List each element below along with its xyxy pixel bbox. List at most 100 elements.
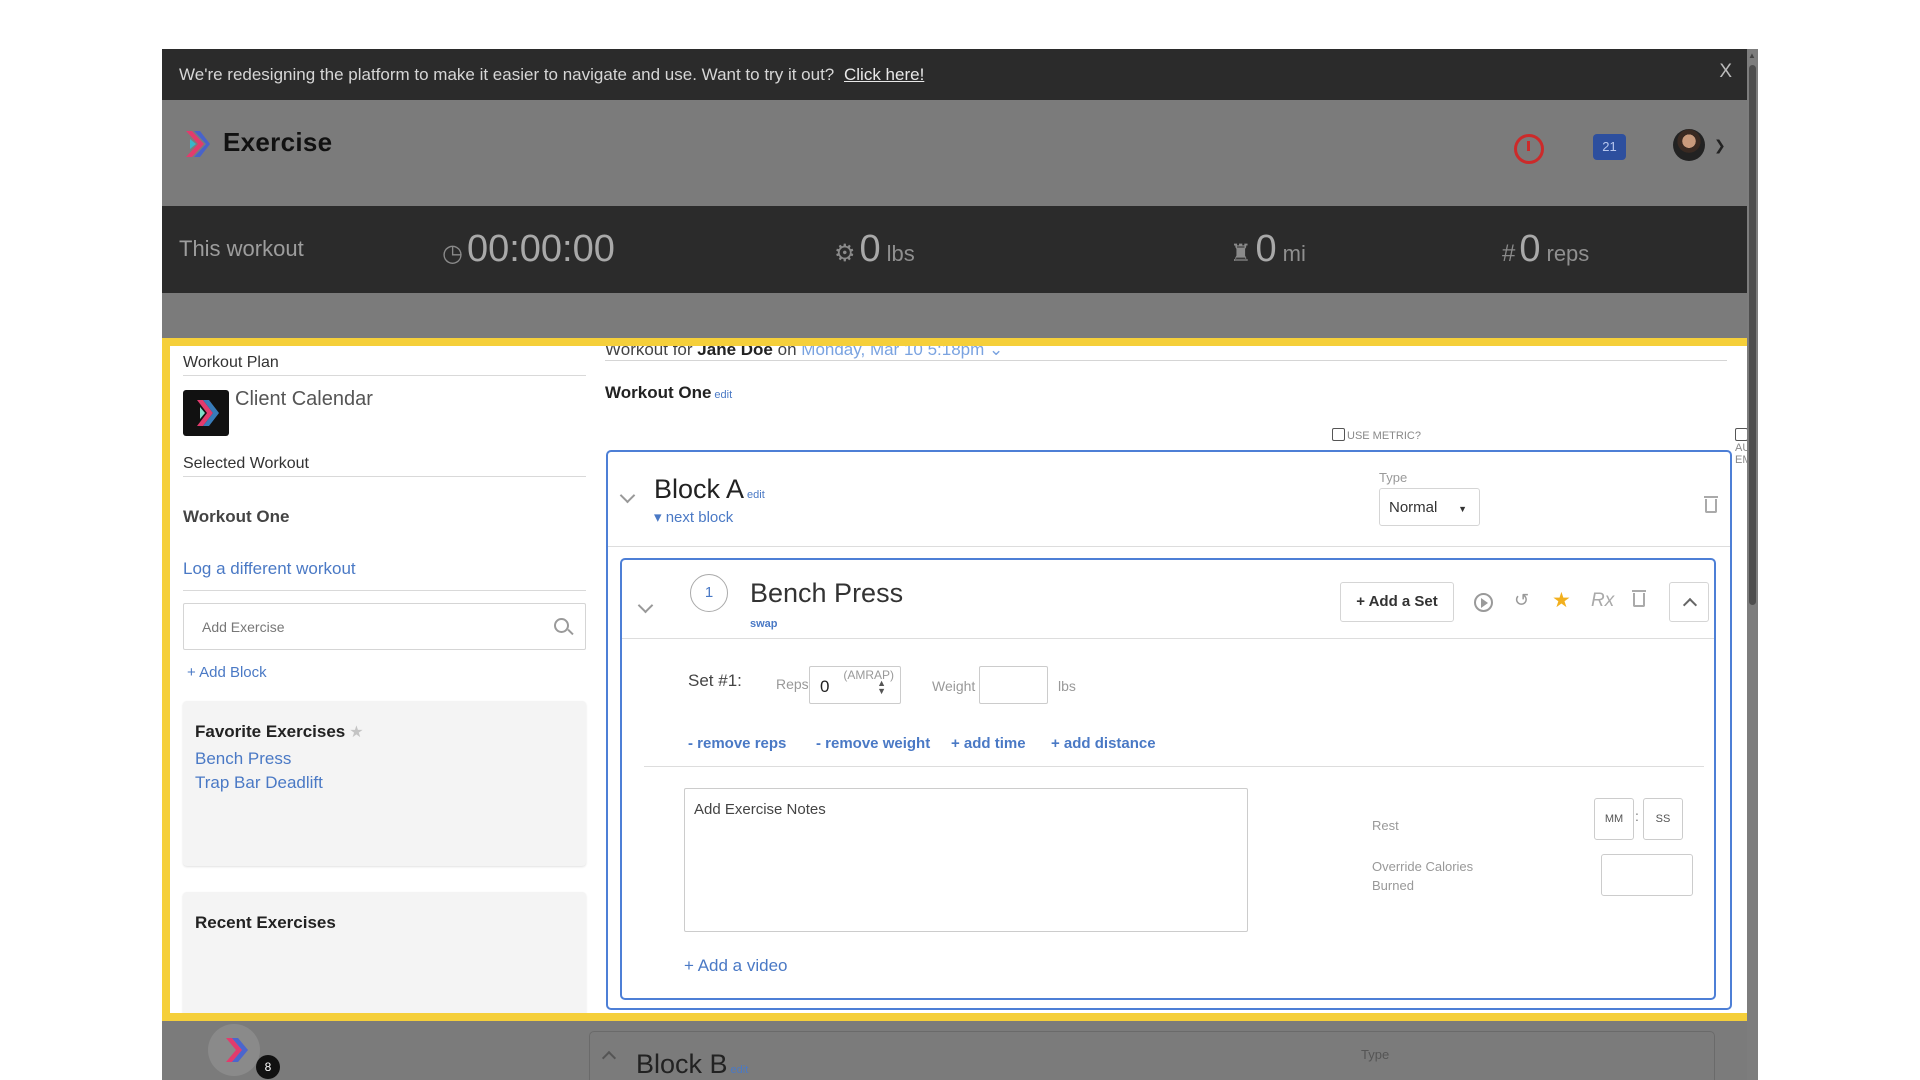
edit-block-b-link[interactable]: edit [731, 1064, 749, 1076]
block-b: Block Bedit Type [589, 1031, 1715, 1080]
stat-distance-value: 0 [1255, 228, 1277, 270]
banner-link[interactable]: Click here! [844, 65, 924, 84]
favorite-star-icon[interactable]: ★ [1552, 588, 1571, 613]
left-sidebar: Workout Plan Client Calendar Selected Wo… [183, 346, 589, 1013]
stat-weight-unit: lbs [886, 241, 915, 266]
remove-weight-link[interactable]: - remove weight [816, 735, 930, 752]
block-type-select[interactable]: Normal ▼ [1379, 488, 1480, 526]
favorite-exercises-label: Favorite Exercises [195, 722, 346, 741]
trash-icon[interactable] [1704, 496, 1718, 513]
divider [622, 638, 1714, 639]
type-label: Type [1379, 470, 1408, 485]
set-label: Set #1: [688, 671, 742, 690]
app-window: We're redesigning the platform to make i… [162, 49, 1758, 1080]
clock-icon: ◷ [442, 240, 463, 267]
add-video-link[interactable]: + Add a video [684, 956, 788, 976]
client-calendar-logo-icon[interactable] [183, 390, 229, 436]
add-block-button[interactable]: + Add Block [187, 664, 267, 681]
workout-date-dropdown[interactable]: Monday, Mar 10 5:18pm [801, 346, 984, 359]
history-icon[interactable]: ↺ [1514, 590, 1529, 611]
calendar-badge[interactable]: 21 [1593, 134, 1626, 160]
remove-reps-link[interactable]: - remove reps [688, 735, 786, 752]
avatar[interactable] [1673, 129, 1705, 161]
add-distance-link[interactable]: + add distance [1051, 735, 1156, 752]
favorite-item[interactable]: Bench Press [195, 749, 291, 769]
rx-button[interactable]: Rx [1591, 590, 1614, 612]
weight-label: Weight [932, 678, 976, 694]
stat-time: ◷ 00:00:00 [442, 228, 615, 271]
rest-seconds-input[interactable]: SS [1643, 798, 1683, 840]
workout-plan-title: Workout Plan [183, 354, 279, 371]
chevron-down-icon[interactable] [637, 597, 654, 614]
scrollbar-thumb[interactable] [1749, 65, 1756, 605]
banner-close-button[interactable]: X [1719, 61, 1732, 83]
stepper-icon[interactable]: ▲ ▼ [877, 679, 886, 696]
selected-workout-name: Workout One [183, 507, 290, 526]
app-header: Exercise 21 ❯ [162, 100, 1758, 206]
page-title: Exercise [223, 127, 333, 157]
divider [183, 476, 586, 477]
add-exercise-field[interactable] [183, 603, 586, 650]
chevron-down-icon[interactable]: ⌄ [989, 346, 1003, 359]
divider [183, 590, 586, 591]
main-panel: Workout for Jane Doe on Monday, Mar 10 5… [597, 346, 1750, 1013]
on-word: on [777, 340, 797, 359]
rest-minutes-input[interactable]: MM [1594, 798, 1634, 840]
recent-exercises-panel: Recent Exercises [183, 892, 586, 1013]
divider [644, 766, 1704, 767]
reps-value[interactable]: 0 [820, 677, 829, 697]
add-set-button[interactable]: + Add a Set [1340, 582, 1454, 622]
chevron-down-icon[interactable] [619, 487, 636, 504]
stat-reps: #0 reps [1502, 228, 1589, 271]
banner-message: We're redesigning the platform to make i… [179, 65, 924, 85]
search-icon[interactable] [554, 618, 569, 633]
hash-icon: # [1502, 240, 1516, 267]
next-block-link[interactable]: ▾ next block [654, 508, 733, 526]
rest-label: Rest [1372, 818, 1399, 833]
client-calendar-link[interactable]: Client Calendar [235, 388, 373, 411]
workout-stats-bar: This workout ◷ 00:00:00 ⚙ 0 lbs ♜ 0 mi #0 reps [162, 206, 1758, 293]
star-icon: ★ [349, 724, 364, 741]
chevron-down-icon[interactable]: ❯ [1714, 137, 1726, 154]
stat-reps-value: 0 [1519, 228, 1541, 270]
trash-icon[interactable] [1632, 590, 1646, 607]
block-type-value: Normal [1389, 499, 1438, 516]
swap-exercise-link[interactable]: swap [750, 618, 778, 630]
recent-exercises-title: Recent Exercises [195, 913, 336, 932]
stat-reps-unit: reps [1546, 241, 1590, 266]
stats-label: This workout [179, 236, 304, 261]
timer-icon[interactable] [1514, 134, 1544, 164]
favorite-item[interactable]: Trap Bar Deadlift [195, 773, 323, 793]
workout-for-line: Workout for Jane Doe on Monday, Mar 10 5… [605, 340, 1003, 360]
use-metric-checkbox[interactable]: USE METRIC? [1332, 428, 1421, 442]
redesign-banner: We're redesigning the platform to make i… [162, 49, 1758, 100]
weight-input[interactable] [979, 666, 1048, 704]
exercise-notes-textarea[interactable] [684, 788, 1248, 932]
edit-block-a-link[interactable]: edit [747, 489, 765, 501]
divider [183, 375, 586, 376]
add-exercise-input[interactable] [202, 616, 522, 638]
block-b-type-label: Type [1361, 1047, 1390, 1062]
reps-input[interactable]: 0 (AMRAP) ▲ ▼ [809, 666, 901, 704]
log-different-workout-link[interactable]: Log a different workout [183, 559, 356, 579]
shoe-icon: ♜ [1230, 240, 1252, 267]
chevron-up-icon[interactable] [601, 1050, 617, 1066]
edit-workout-title-link[interactable]: edit [714, 389, 732, 401]
workout-for-prefix: Workout for [605, 340, 693, 359]
override-calories-label: Override Calories Burned [1372, 859, 1474, 893]
banner-text: We're redesigning the platform to make i… [179, 65, 835, 84]
collapse-exercise-button[interactable] [1669, 582, 1709, 622]
caret-down-icon: ▾ [654, 509, 662, 526]
divider [608, 546, 1730, 547]
add-time-link[interactable]: + add time [951, 735, 1026, 752]
checkbox-icon[interactable] [1332, 428, 1345, 441]
play-icon[interactable] [1474, 593, 1493, 612]
block-a-title-text: Block A [654, 474, 745, 504]
stat-weight-value: 0 [859, 228, 881, 270]
workout-content: Workout Plan Client Calendar Selected Wo… [170, 346, 1750, 1013]
scroll-up-arrow-icon[interactable]: ▲ [1748, 51, 1756, 60]
override-calories-input[interactable] [1601, 854, 1693, 896]
highlighted-region: Workout Plan Client Calendar Selected Wo… [162, 338, 1758, 1021]
chat-launcher-icon[interactable] [208, 1024, 260, 1076]
favorite-exercises-panel: Favorite Exercises ★ Bench Press Trap Bar… [183, 701, 586, 866]
